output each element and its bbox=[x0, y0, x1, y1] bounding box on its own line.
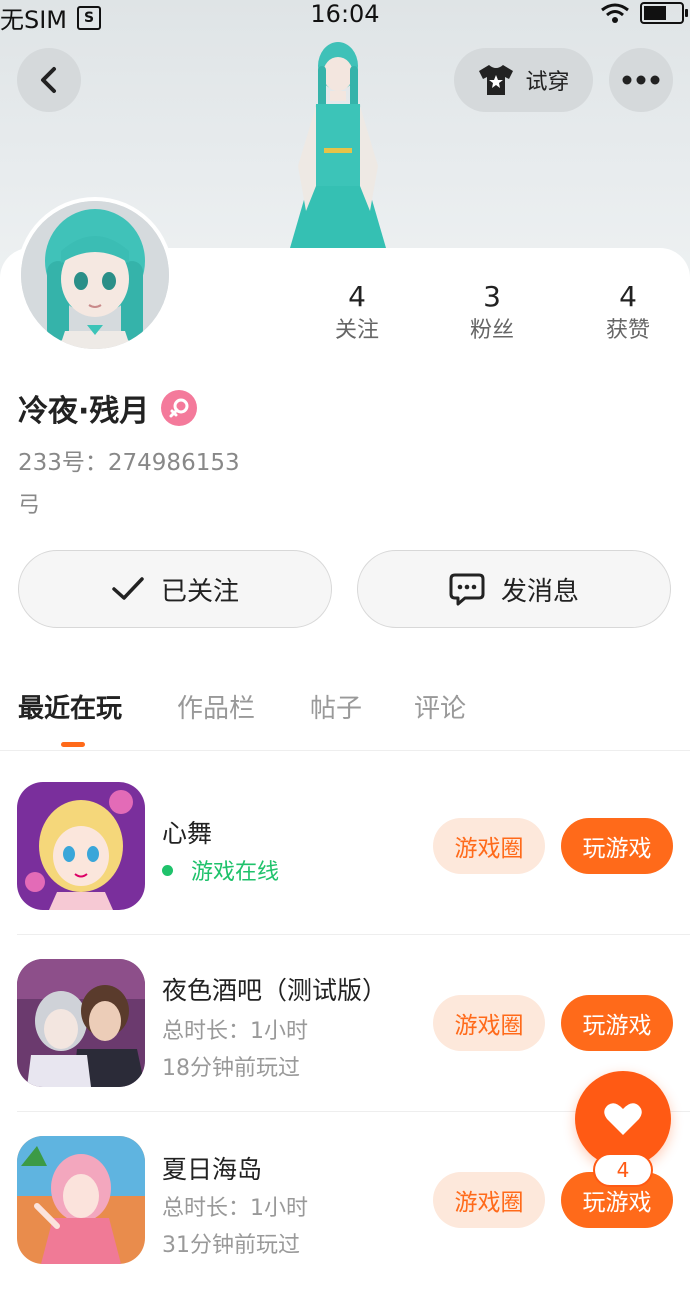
stat-following-count: 4 bbox=[348, 280, 366, 313]
back-button[interactable] bbox=[17, 48, 81, 112]
chevron-left-icon bbox=[41, 67, 56, 93]
play-game-button[interactable]: 玩游戏 bbox=[561, 995, 673, 1051]
followed-button[interactable]: 已关注 bbox=[18, 550, 332, 628]
name-row: 冷夜·残月 bbox=[18, 386, 198, 430]
online-dot-icon bbox=[162, 864, 173, 876]
active-tab-indicator bbox=[61, 742, 85, 747]
stat-likes[interactable]: 4 获赞 bbox=[568, 278, 688, 346]
stat-likes-count: 4 bbox=[619, 280, 637, 313]
game-last-played: 18分钟前玩过 bbox=[162, 1056, 300, 1081]
game-online-label: 游戏在线 bbox=[191, 860, 280, 885]
game-title: 心舞 bbox=[162, 819, 213, 848]
game-icon-xinwu bbox=[17, 782, 145, 910]
user-id: 233号：274986153 bbox=[18, 450, 240, 476]
stat-fans[interactable]: 3 粉丝 bbox=[432, 278, 552, 346]
avatar-portrait bbox=[21, 201, 169, 349]
stat-fans-count: 3 bbox=[483, 280, 501, 313]
game-play-duration: 总时长：1小时 bbox=[162, 1019, 308, 1044]
like-count-badge: 4 bbox=[593, 1153, 653, 1187]
tryon-button[interactable]: 试穿 bbox=[454, 48, 593, 112]
tab-posts[interactable]: 帖子 bbox=[310, 688, 362, 725]
game-title: 夏日海岛 bbox=[162, 1155, 263, 1184]
game-online-status: 游戏在线 bbox=[162, 854, 279, 886]
game-play-duration: 总时长：1小时 bbox=[162, 1196, 308, 1221]
user-bio: 弓 bbox=[18, 493, 41, 518]
more-button[interactable] bbox=[609, 48, 673, 112]
female-gender-icon bbox=[161, 390, 198, 426]
status-right bbox=[600, 2, 688, 24]
status-bar: 无SIM S 16:04 bbox=[0, 0, 690, 34]
avatar-3d-figure[interactable] bbox=[268, 36, 408, 256]
tab-comments[interactable]: 评论 bbox=[414, 688, 466, 725]
game-circle-button[interactable]: 游戏圈 bbox=[433, 818, 545, 874]
avatar[interactable] bbox=[17, 197, 173, 353]
game-list-item[interactable]: 夏日海岛 总时长：1小时 31分钟前玩过 游戏圈 玩游戏 bbox=[17, 1136, 690, 1312]
stat-likes-label: 获赞 bbox=[605, 318, 650, 343]
checkmark-icon bbox=[112, 577, 144, 600]
chat-bubble-icon bbox=[449, 573, 485, 606]
stats-row: 4 关注 3 粉丝 4 获赞 bbox=[290, 278, 690, 358]
stat-following[interactable]: 4 关注 bbox=[297, 278, 417, 346]
game-last-played: 31分钟前玩过 bbox=[162, 1233, 300, 1258]
followed-label: 已关注 bbox=[160, 576, 239, 607]
stat-following-label: 关注 bbox=[334, 318, 379, 343]
heart-icon bbox=[604, 1103, 642, 1135]
stat-fans-label: 粉丝 bbox=[469, 318, 514, 343]
status-time: 16:04 bbox=[310, 0, 380, 28]
game-icon-summer-island bbox=[17, 1136, 145, 1264]
tab-recently-played[interactable]: 最近在玩 bbox=[18, 688, 122, 725]
avatar-image bbox=[21, 201, 169, 349]
divider bbox=[17, 934, 690, 935]
game-circle-button[interactable]: 游戏圈 bbox=[433, 995, 545, 1051]
game-title: 夜色酒吧（测试版） bbox=[162, 976, 388, 1005]
tryon-label: 试穿 bbox=[525, 70, 570, 95]
username: 冷夜·残月 bbox=[18, 394, 150, 429]
send-message-button[interactable]: 发消息 bbox=[357, 550, 671, 628]
tab-works[interactable]: 作品栏 bbox=[177, 688, 255, 725]
game-circle-button[interactable]: 游戏圈 bbox=[433, 1172, 545, 1228]
more-dots-icon bbox=[622, 75, 660, 85]
battery-icon bbox=[640, 2, 688, 24]
profile-tabs: 最近在玩 作品栏 帖子 评论 bbox=[0, 680, 690, 751]
tshirt-icon bbox=[479, 65, 514, 95]
send-message-label: 发消息 bbox=[500, 576, 579, 607]
game-icon-night-bar bbox=[17, 959, 145, 1087]
wifi-icon bbox=[601, 3, 629, 23]
play-game-button[interactable]: 玩游戏 bbox=[561, 818, 673, 874]
game-list-item[interactable]: 心舞 游戏在线 游戏圈 玩游戏 bbox=[17, 782, 690, 958]
